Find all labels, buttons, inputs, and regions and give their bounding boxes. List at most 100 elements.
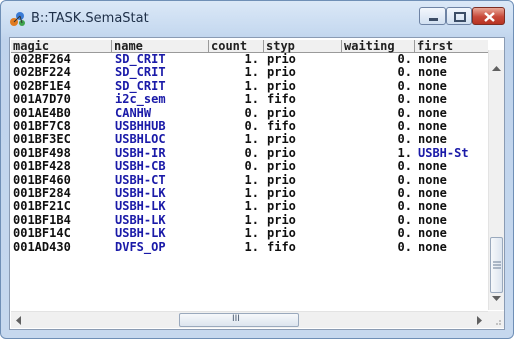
- cell-waiting: 0.: [397, 240, 412, 254]
- cell-magic: 001BF3EC: [13, 133, 71, 147]
- cell-name[interactable]: USBH-LK: [115, 227, 210, 240]
- cell-name[interactable]: SD_CRIT: [115, 66, 210, 79]
- cell-name[interactable]: i2c_sem: [115, 93, 210, 106]
- cell-waiting: 0.: [397, 160, 412, 174]
- cell-first: none: [418, 79, 447, 93]
- arrow-left-icon[interactable]: [16, 316, 22, 325]
- cell-styp: fifo: [267, 120, 296, 133]
- cell-magic: 002BF1E4: [13, 79, 71, 93]
- cell-styp: prio: [267, 53, 296, 66]
- cell-styp: prio: [267, 200, 296, 214]
- cell-first: none: [418, 240, 447, 254]
- cell-magic: 001AD430: [13, 240, 71, 254]
- cell-count: 1.: [244, 227, 259, 241]
- cell-name[interactable]: USBH-LK: [115, 187, 210, 200]
- column-header-styp[interactable]: styp: [264, 40, 342, 53]
- cell-name[interactable]: SD_CRIT: [115, 53, 210, 66]
- cell-styp: prio: [267, 213, 296, 227]
- cell-magic: 002BF224: [13, 66, 71, 80]
- minimize-button[interactable]: [419, 7, 446, 25]
- table-row[interactable]: 002BF224 SD_CRIT 1. prio 0. none: [11, 66, 488, 79]
- cell-name[interactable]: USBH-LK: [115, 200, 210, 213]
- cell-name[interactable]: SD_CRIT: [115, 80, 210, 93]
- cell-magic: 001BF7C8: [13, 120, 71, 133]
- horizontal-scrollbar[interactable]: III: [11, 311, 488, 328]
- cell-first: none: [418, 200, 447, 214]
- vertical-scrollbar[interactable]: [488, 50, 504, 310]
- cell-name[interactable]: CANHW: [115, 107, 210, 120]
- column-header-waiting[interactable]: waiting: [342, 40, 415, 53]
- table-row[interactable]: 001BF14C USBH-LK 1. prio 0. none: [11, 227, 488, 240]
- table-row[interactable]: 001BF498 USBH-IR 0. prio 1. USBH-St: [11, 147, 488, 160]
- column-header-count[interactable]: count: [209, 40, 264, 53]
- table-row[interactable]: 001BF7C8 USBHHUB 0. fifo 0. none: [11, 120, 488, 133]
- cell-styp: prio: [267, 133, 296, 147]
- title-bar[interactable]: B::TASK.SemaStat: [1, 1, 513, 37]
- cell-name[interactable]: DVFS_OP: [115, 241, 210, 254]
- cell-name[interactable]: USBH-LK: [115, 214, 210, 227]
- cell-count: 1.: [244, 53, 259, 66]
- cell-magic: 001BF14C: [13, 227, 71, 241]
- cell-styp: prio: [267, 160, 296, 174]
- cell-waiting: 1.: [397, 146, 412, 160]
- maximize-button[interactable]: [446, 7, 472, 25]
- table-row[interactable]: 002BF1E4 SD_CRIT 1. prio 0. none: [11, 80, 488, 93]
- cell-name[interactable]: USBH-IR: [115, 147, 210, 160]
- table-row[interactable]: 001BF284 USBH-LK 1. prio 0. none: [11, 187, 488, 200]
- arrow-down-icon[interactable]: [492, 296, 501, 302]
- cell-waiting: 0.: [397, 66, 412, 80]
- table-header: magic name count styp waiting first: [11, 40, 488, 53]
- cell-magic: 001BF460: [13, 173, 71, 187]
- cell-count: 1.: [244, 173, 259, 187]
- cell-first: none: [418, 187, 447, 200]
- cell-first: none: [418, 227, 447, 241]
- arrow-right-icon[interactable]: [477, 316, 483, 325]
- table-row[interactable]: 001AD430 DVFS_OP 1. fifo 0. none: [11, 241, 488, 254]
- cell-waiting: 0.: [397, 133, 412, 147]
- cell-waiting: 0.: [397, 106, 412, 120]
- cell-waiting: 0.: [397, 53, 412, 66]
- cell-count: 0.: [244, 106, 259, 120]
- column-header-name[interactable]: name: [112, 40, 209, 53]
- column-header-magic[interactable]: magic: [11, 40, 112, 53]
- table-row[interactable]: 001AE4B0 CANHW 0. prio 0. none: [11, 107, 488, 120]
- window-title: B::TASK.SemaStat: [31, 11, 149, 26]
- cell-styp: prio: [267, 173, 296, 187]
- vertical-scroll-thumb[interactable]: [490, 237, 503, 293]
- cell-first: none: [418, 53, 447, 66]
- cell-styp: prio: [267, 146, 296, 160]
- task-semastat-window: B::TASK.SemaStat magic name count styp w…: [0, 0, 514, 339]
- cell-count: 1.: [244, 66, 259, 80]
- arrow-up-icon[interactable]: [492, 66, 501, 72]
- table-row[interactable]: 001BF428 USBH-CB 0. prio 0. none: [11, 160, 488, 173]
- semaphore-list-panel: magic name count styp waiting first 002B…: [9, 37, 505, 330]
- table-row[interactable]: 001BF460 USBH-CT 1. prio 0. none: [11, 174, 488, 187]
- cell-first: none: [418, 213, 447, 227]
- cell-count: 1.: [244, 93, 259, 107]
- cell-name[interactable]: USBH-CB: [115, 160, 210, 173]
- column-header-first[interactable]: first: [415, 40, 488, 53]
- cell-waiting: 0.: [397, 93, 412, 107]
- table-row[interactable]: 001A7D70 i2c_sem 1. fifo 0. none: [11, 93, 488, 106]
- cell-waiting: 0.: [397, 120, 412, 133]
- table-row[interactable]: 001BF1B4 USBH-LK 1. prio 0. none: [11, 214, 488, 227]
- grip-lines-label: III: [232, 314, 240, 324]
- cell-name[interactable]: USBHLOC: [115, 133, 210, 146]
- cell-name[interactable]: USBHHUB: [115, 120, 210, 133]
- cell-count: 1.: [244, 200, 259, 214]
- cell-waiting: 0.: [397, 227, 412, 241]
- cell-magic: 001A7D70: [13, 93, 71, 107]
- cell-first[interactable]: USBH-St: [418, 147, 488, 160]
- minimize-icon: [429, 18, 438, 21]
- cell-name[interactable]: USBH-CT: [115, 174, 210, 187]
- cell-magic: 001BF428: [13, 160, 71, 174]
- table-row[interactable]: 001BF3EC USBHLOC 1. prio 0. none: [11, 133, 488, 146]
- cell-count: 1.: [244, 133, 259, 147]
- table-row[interactable]: 001BF21C USBH-LK 1. prio 0. none: [11, 200, 488, 213]
- resize-grip[interactable]: [488, 311, 504, 328]
- cell-magic: 002BF264: [13, 53, 71, 66]
- table-row[interactable]: 002BF264 SD_CRIT 1. prio 0. none: [11, 53, 488, 66]
- close-button[interactable]: [472, 7, 505, 25]
- cell-magic: 001BF498: [13, 146, 71, 160]
- horizontal-scroll-thumb[interactable]: III: [179, 313, 299, 327]
